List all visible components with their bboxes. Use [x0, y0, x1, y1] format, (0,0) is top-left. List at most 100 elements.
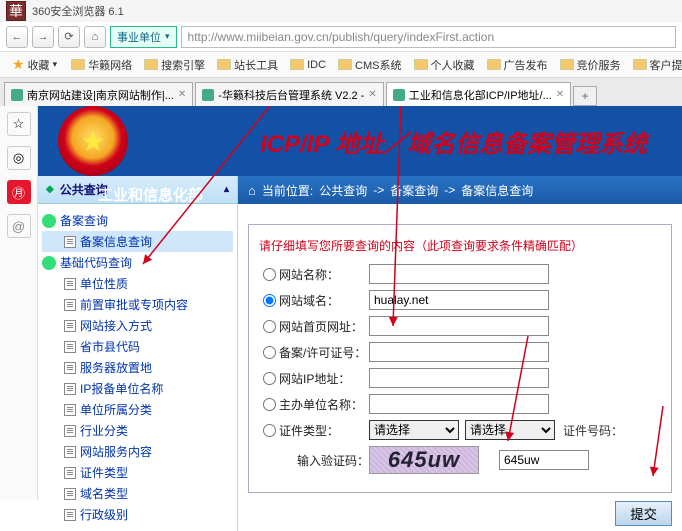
folder-icon [217, 59, 231, 70]
bookmark-item[interactable]: 广告发布 [481, 55, 554, 75]
folder-icon [414, 59, 428, 70]
tree-item-label: 网站接入方式 [80, 317, 152, 334]
weibo-icon[interactable]: ㊊ [7, 180, 31, 204]
row-record-no: 备案/许可证号： [259, 342, 661, 362]
bookmark-item[interactable]: IDC [284, 55, 332, 75]
bookmark-item[interactable]: 站长工具 [211, 55, 284, 75]
tree-group-codes[interactable]: 基础代码查询 [42, 252, 233, 273]
close-icon[interactable]: ✕ [178, 89, 186, 100]
crumb-current: 备案信息查询 [461, 182, 533, 199]
submit-button[interactable]: 提交 [615, 501, 672, 526]
bookmark-item[interactable]: 竞价服务 [554, 55, 627, 75]
row-captcha: 输入验证码： 645uw [259, 446, 661, 474]
home-icon: ⌂ [248, 183, 256, 198]
tab-bar: 南京网站建设|南京网站制作|...✕-华籁科技后台管理系统 V2.2 -✕工业和… [0, 78, 682, 106]
bookmark-item[interactable]: 个人收藏 [408, 55, 481, 75]
radio-site-url[interactable] [263, 320, 276, 333]
input-record-no[interactable] [369, 342, 549, 362]
left-tree-panel: ◆ 公共查询 ▴ 备案查询 备案信息查询 基础代码查询 [38, 176, 238, 531]
input-site-url[interactable] [369, 316, 549, 336]
tree-item[interactable]: 单位性质 [42, 273, 233, 294]
doc-icon [64, 362, 76, 374]
tree-item-record-info[interactable]: 备案信息查询 [42, 231, 233, 252]
bookmark-label: 客户提供 [650, 57, 682, 73]
doc-icon [64, 299, 76, 311]
national-emblem-icon: ★ [58, 106, 128, 176]
tree-item[interactable]: 网站接入方式 [42, 315, 233, 336]
browser-side-panel: ☆ ◎ ㊊ @ [0, 106, 38, 500]
select-cert-type-1[interactable]: 请选择 [369, 420, 459, 440]
back-button[interactable]: ← [6, 26, 28, 48]
crumb-sep: -> [373, 183, 384, 197]
radio-org-name[interactable] [263, 398, 276, 411]
tree-item[interactable]: 域名类型 [42, 483, 233, 504]
doc-icon [64, 446, 76, 458]
url-tag-text: 事业单位 [117, 29, 161, 45]
tree-item[interactable]: 网站服务内容 [42, 441, 233, 462]
new-tab-button[interactable]: + [573, 86, 597, 106]
collapse-icon[interactable]: ▴ [224, 184, 229, 195]
tree-item-label: 单位性质 [80, 275, 128, 292]
crumb-sep: -> [444, 183, 455, 197]
input-captcha[interactable] [499, 450, 589, 470]
tree-item[interactable]: 行政级别 [42, 504, 233, 525]
forward-button[interactable]: → [32, 26, 54, 48]
input-org-name[interactable] [369, 394, 549, 414]
input-site-name[interactable] [369, 264, 549, 284]
bookmark-item[interactable]: 客户提供 [627, 55, 682, 75]
bookmark-item[interactable]: 搜索引擎 [138, 55, 211, 75]
tree-item[interactable]: 行业分类 [42, 420, 233, 441]
radio-record-no[interactable] [263, 346, 276, 359]
select-cert-type-2[interactable]: 请选择 [465, 420, 555, 440]
submit-row: 提交 [238, 501, 672, 526]
tab-label: 工业和信息化部ICP/IP地址/... [409, 87, 552, 103]
doc-icon [64, 278, 76, 290]
reload-button[interactable]: ⟳ [58, 26, 80, 48]
folder-icon [71, 59, 85, 70]
tree-group-records[interactable]: 备案查询 [42, 210, 233, 231]
input-site-domain[interactable] [369, 290, 549, 310]
tree-item[interactable]: 服务器放置地 [42, 357, 233, 378]
favorites-button[interactable]: ★ 收藏 ▾ [6, 54, 63, 75]
capture-icon[interactable]: ◎ [7, 146, 31, 170]
favorites-label: 收藏 [28, 57, 50, 73]
row-cert-type: 证件类型： 请选择 请选择 证件号码： [259, 420, 661, 440]
captcha-image[interactable]: 645uw [369, 446, 479, 474]
at-icon[interactable]: @ [7, 214, 31, 238]
radio-site-name[interactable] [263, 268, 276, 281]
row-site-ip: 网站IP地址： [259, 368, 661, 388]
bookmark-item[interactable]: 华籁网络 [65, 55, 138, 75]
tree-item-label: 前置审批或专项内容 [80, 296, 188, 313]
radio-site-ip[interactable] [263, 372, 276, 385]
tree-item[interactable]: 证件类型 [42, 462, 233, 483]
tree-item-label: 单位所属分类 [80, 401, 152, 418]
radio-cert-type[interactable] [263, 424, 276, 437]
star-icon[interactable]: ☆ [7, 112, 31, 136]
browser-tab[interactable]: 工业和信息化部ICP/IP地址/... ✕ [386, 82, 571, 106]
tree-item[interactable]: IP报备单位名称 [42, 378, 233, 399]
crumb-part: 当前位置: [262, 182, 313, 199]
label-record-no: 备案/许可证号： [279, 344, 369, 361]
doc-icon [64, 236, 76, 248]
url-security-tag[interactable]: 事业单位 ▾ [110, 26, 177, 48]
browser-tab[interactable]: -华籁科技后台管理系统 V2.2 -✕ [195, 82, 383, 106]
crumb-link[interactable]: 公共查询 [319, 182, 367, 199]
label-site-domain: 网站域名： [279, 292, 369, 309]
tree-item-label: IP报备单位名称 [80, 380, 163, 397]
close-icon[interactable]: ✕ [556, 89, 564, 100]
tree-item[interactable]: 前置审批或专项内容 [42, 294, 233, 315]
tree-item[interactable]: 单位所属分类 [42, 399, 233, 420]
address-input[interactable] [181, 26, 676, 48]
crumb-link[interactable]: 备案查询 [390, 182, 438, 199]
home-button[interactable]: ⌂ [84, 26, 106, 48]
bookmark-item[interactable]: CMS系统 [332, 55, 407, 75]
bookmark-label: 广告发布 [504, 57, 548, 73]
close-icon[interactable]: ✕ [368, 89, 376, 100]
doc-icon [64, 509, 76, 521]
radio-site-domain[interactable] [263, 294, 276, 307]
input-site-ip[interactable] [369, 368, 549, 388]
folder-icon [338, 59, 352, 70]
browser-tab[interactable]: 南京网站建设|南京网站制作|...✕ [4, 82, 193, 106]
label-cert-type: 证件类型： [279, 422, 369, 439]
tree-item[interactable]: 省市县代码 [42, 336, 233, 357]
